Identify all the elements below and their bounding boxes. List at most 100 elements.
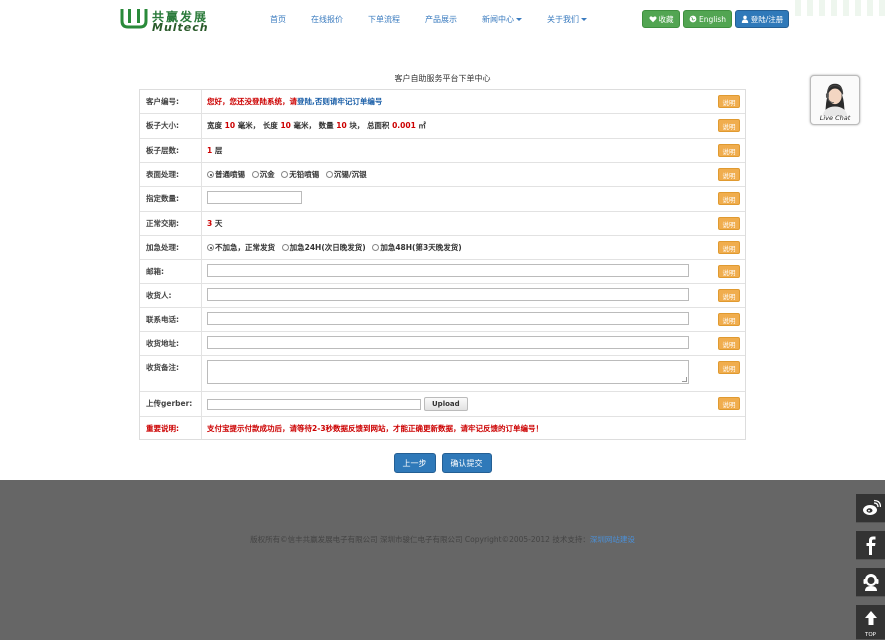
nav-home[interactable]: 首页: [270, 14, 286, 25]
login-link[interactable]: 登陆: [297, 97, 312, 106]
globe-icon: [689, 15, 697, 23]
note-button[interactable]: 说明: [718, 361, 740, 374]
note-button[interactable]: 说明: [718, 168, 740, 181]
label-layers: 板子层数:: [140, 139, 202, 162]
surface-option[interactable]: 沉锡/沉银: [325, 170, 367, 179]
note-button[interactable]: 说明: [718, 289, 740, 302]
lead-time-value: 3: [207, 219, 213, 228]
customer-service-button[interactable]: [856, 568, 885, 597]
confirm-submit-button[interactable]: 确认提交: [441, 453, 492, 473]
nav-products[interactable]: 产品展示: [425, 14, 457, 25]
note-button[interactable]: 说明: [718, 337, 740, 350]
note-button[interactable]: 说明: [718, 144, 740, 157]
row-address: 收货地址: 说明: [140, 332, 745, 356]
expedite-option[interactable]: 加急24H(次日晚发货): [281, 243, 366, 252]
facebook-icon: [866, 536, 875, 555]
caret-down-icon: [516, 18, 522, 21]
label-lead-time: 正常交期:: [140, 212, 202, 235]
label-stencil-qty: 指定数量:: [140, 187, 202, 211]
row-remark: 收货备注: 说明: [140, 356, 745, 392]
live-chat-widget[interactable]: Live Chat: [810, 75, 860, 125]
label-surface: 表面处理:: [140, 163, 202, 186]
footer: 版权所有©信丰共赢发展电子有限公司 深圳市骏仁电子有限公司 Copyright©…: [0, 480, 885, 640]
user-icon: [741, 15, 748, 23]
radio-checked-icon: [207, 244, 214, 251]
row-email: 邮箱: 说明: [140, 260, 745, 284]
length-value: 10: [280, 121, 291, 130]
surface-option[interactable]: 普通喷锡: [207, 170, 245, 179]
radio-icon: [281, 244, 289, 251]
label-expedite: 加急处理:: [140, 236, 202, 259]
login-warning: 您好，您还没登陆系统，请: [207, 97, 297, 106]
prev-step-button[interactable]: 上一步: [393, 453, 436, 473]
radio-checked-icon: [207, 171, 214, 178]
header-decoration: [795, 0, 885, 16]
expedite-option[interactable]: 不加急，正常发货: [207, 243, 275, 252]
row-customer-no: 客户编号: 您好，您还没登陆系统，请登陆,否则请牢记订单编号 说明: [140, 90, 745, 114]
row-gerber: 上传gerber: Upload 说明: [140, 392, 745, 417]
weibo-icon: [862, 499, 881, 515]
resize-handle-icon[interactable]: [682, 377, 687, 382]
gerber-file-input[interactable]: [207, 398, 421, 410]
order-no-hint: ,否则请牢记订单编号: [312, 97, 383, 106]
qty-value: 10: [336, 121, 347, 130]
label-remark: 收货备注:: [140, 356, 202, 391]
back-to-top-button[interactable]: TOP: [856, 605, 885, 640]
label-customer-no: 客户编号:: [140, 90, 202, 113]
row-receiver: 收货人: 说明: [140, 284, 745, 308]
note-button[interactable]: 说明: [718, 119, 740, 132]
address-input[interactable]: [207, 336, 689, 349]
nav-order-process[interactable]: 下单流程: [368, 14, 400, 25]
radio-icon: [325, 171, 333, 178]
nav-news[interactable]: 新闻中心: [482, 14, 522, 25]
logo-english: Multech: [152, 21, 209, 34]
main-nav: 首页 在线报价 下单流程 产品展示 新闻中心 关于我们: [270, 14, 612, 25]
label-phone: 联系电话:: [140, 308, 202, 331]
note-button[interactable]: 说明: [718, 265, 740, 278]
facebook-button[interactable]: [856, 531, 885, 560]
support-agent-icon: [822, 83, 848, 116]
note-button[interactable]: 说明: [718, 397, 740, 410]
surface-option[interactable]: 无铅喷锡: [281, 170, 319, 179]
headset-icon: [863, 574, 878, 591]
row-phone: 联系电话: 说明: [140, 308, 745, 332]
note-button[interactable]: 说明: [718, 95, 740, 108]
nav-about[interactable]: 关于我们: [547, 14, 587, 25]
login-register-button[interactable]: 登陆/注册: [735, 10, 789, 28]
label-receiver: 收货人:: [140, 284, 202, 307]
label-address: 收货地址:: [140, 332, 202, 355]
note-button[interactable]: 说明: [718, 217, 740, 230]
row-lead-time: 正常交期: 3 天 说明: [140, 212, 745, 236]
radio-icon: [281, 171, 289, 178]
surface-option[interactable]: 沉金: [251, 170, 275, 179]
logo-mark-icon: [120, 9, 148, 29]
important-notice: 支付宝提示付款成功后，请等待2-3秒数据反馈到网站，才能正确更新数据，请牢记反馈…: [207, 424, 544, 433]
expedite-option[interactable]: 加急48H(第3天晚发货): [372, 243, 462, 252]
upload-button[interactable]: Upload: [424, 397, 468, 411]
receiver-input[interactable]: [207, 288, 689, 301]
note-button[interactable]: 说明: [718, 192, 740, 205]
width-value: 10: [224, 121, 236, 130]
weibo-button[interactable]: [856, 494, 885, 523]
label-gerber: 上传gerber:: [140, 392, 202, 416]
stencil-qty-input[interactable]: [207, 191, 302, 204]
support-link[interactable]: 深圳网站建设: [590, 535, 635, 544]
heart-icon: [648, 16, 657, 23]
row-stencil-qty: 指定数量: 说明: [140, 187, 745, 212]
row-board-size: 板子大小: 宽度 10 毫米， 长度 10 毫米， 数量 10 块， 总面积 0…: [140, 114, 745, 139]
logo[interactable]: 共赢发展 Multech: [120, 6, 230, 34]
favorites-button[interactable]: 收藏: [642, 10, 680, 28]
note-button[interactable]: 说明: [718, 313, 740, 326]
phone-input[interactable]: [207, 312, 689, 325]
radio-icon: [251, 171, 259, 178]
page-title: 客户自助服务平台下单中心: [394, 74, 491, 83]
caret-down-icon: [581, 18, 587, 21]
live-chat-label: Live Chat: [819, 114, 851, 122]
nav-online-quote[interactable]: 在线报价: [311, 14, 343, 25]
layers-value: 1: [207, 146, 213, 155]
note-button[interactable]: 说明: [718, 241, 740, 254]
email-input[interactable]: [207, 264, 689, 277]
english-button[interactable]: English: [683, 10, 732, 28]
remark-textarea[interactable]: [207, 360, 689, 384]
label-board-size: 板子大小:: [140, 114, 202, 138]
